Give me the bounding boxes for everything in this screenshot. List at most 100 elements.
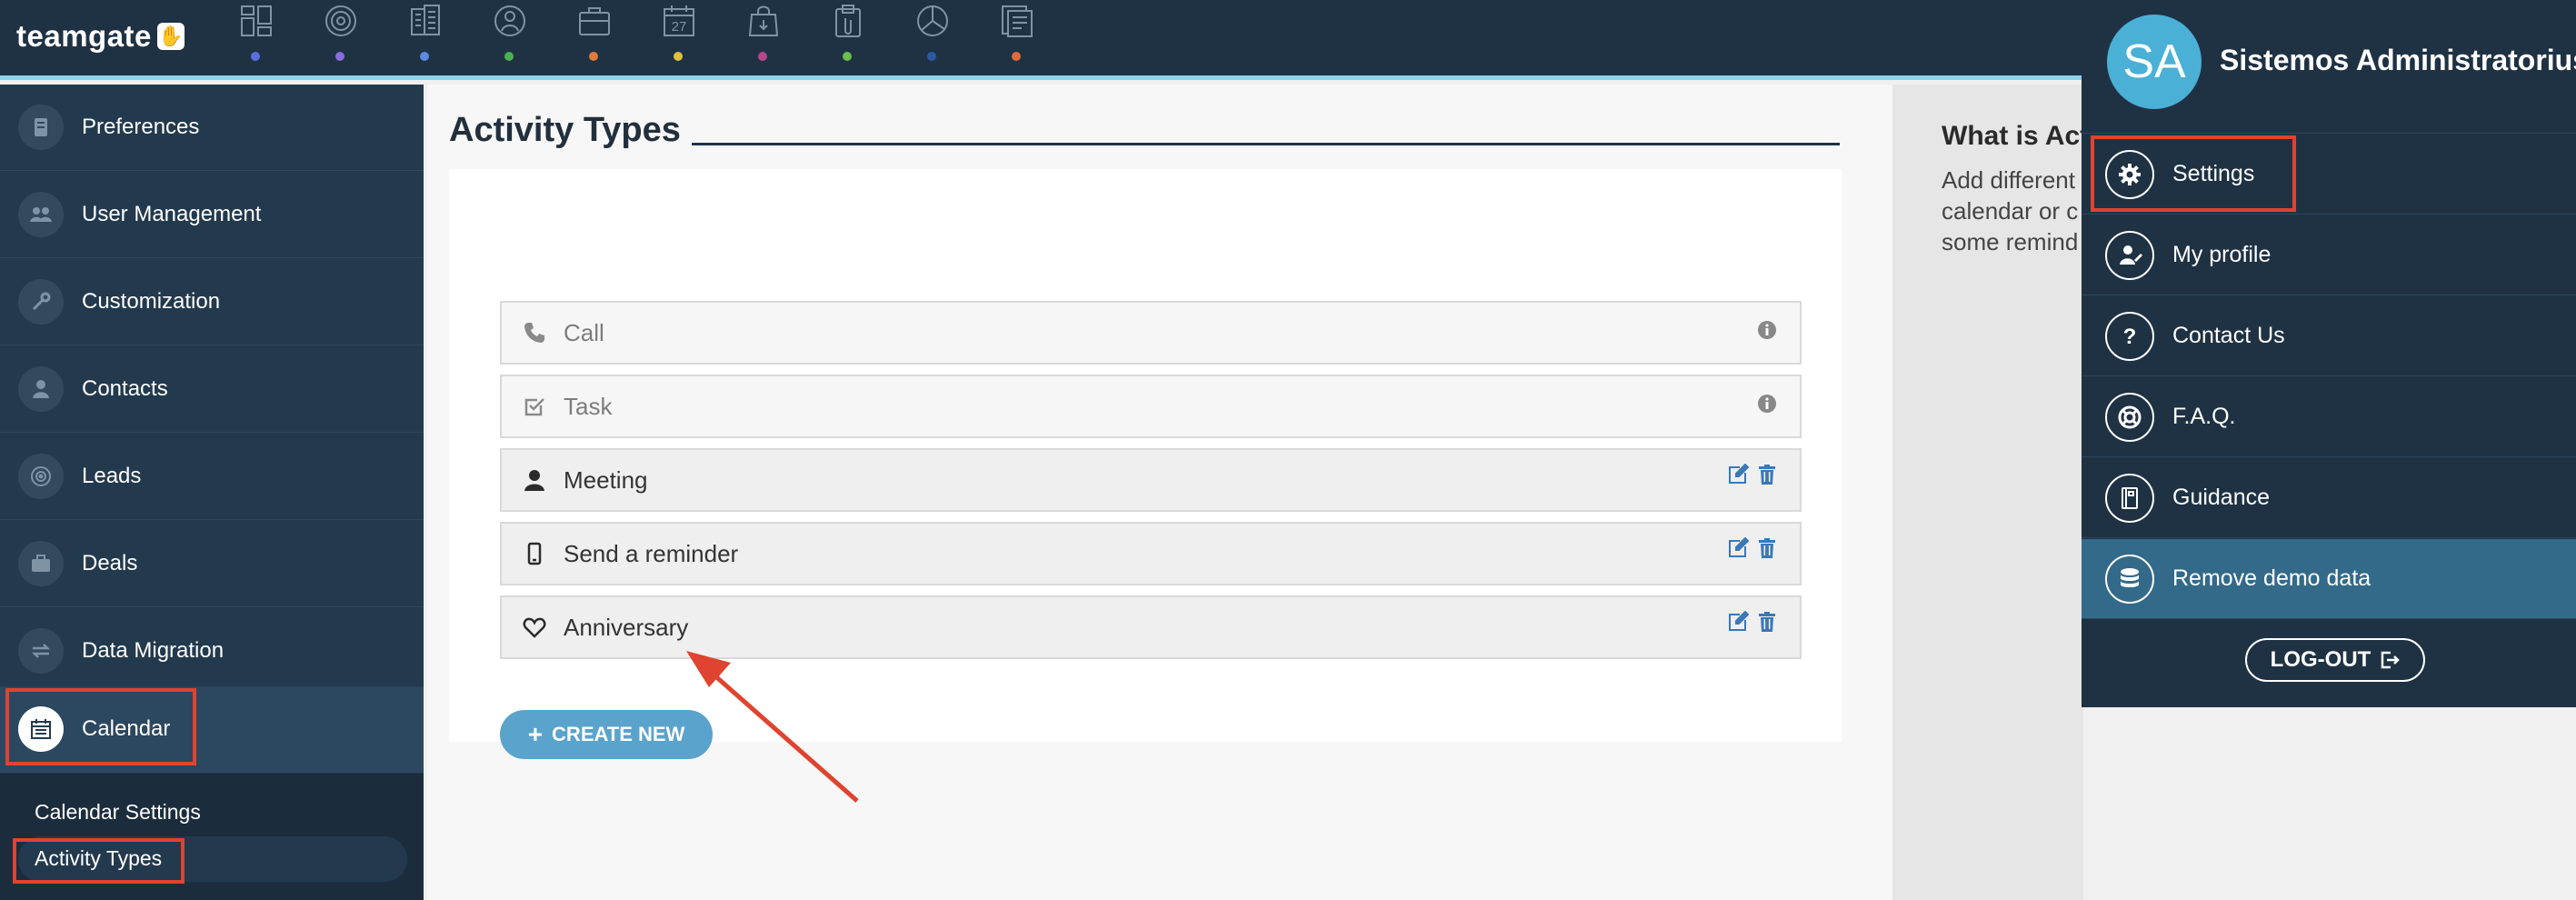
- activity-type-row-anniversary[interactable]: Anniversary: [500, 595, 1802, 659]
- edit-icon[interactable]: [1727, 537, 1749, 559]
- contacts-icon: [494, 5, 525, 36]
- leads-icon: [18, 454, 64, 499]
- activity-type-row-call[interactable]: Call: [500, 301, 1802, 365]
- preferences-icon: [18, 105, 64, 150]
- highlight-calendar: [5, 688, 196, 765]
- teamgate-logo[interactable]: teamgate ✋: [16, 18, 185, 55]
- sidebar-item-data-migration[interactable]: Data Migration: [0, 608, 424, 695]
- main-content: Activity Types Call Task Meeting Send a …: [427, 85, 1892, 900]
- module-dot: [674, 52, 683, 61]
- menu-item-my-profile[interactable]: My profile: [2082, 215, 2576, 295]
- module-contacts[interactable]: [482, 0, 536, 71]
- module-dashboard[interactable]: [228, 0, 283, 71]
- module-deals[interactable]: [566, 0, 621, 71]
- page-header: Activity Types: [449, 111, 1840, 150]
- activity-type-row-task[interactable]: Task: [500, 375, 1802, 438]
- sidebar-item-user-management[interactable]: User Management: [0, 172, 424, 258]
- help-panel: What is Act Add different calendar or c …: [1892, 85, 2083, 900]
- module-products[interactable]: [735, 0, 790, 71]
- sidebar-item-label: Data Migration: [82, 638, 225, 663]
- trash-icon[interactable]: [1756, 611, 1778, 633]
- edit-icon[interactable]: [1727, 611, 1749, 633]
- activity-type-row-meeting[interactable]: Meeting: [500, 448, 1802, 512]
- question-icon: ?: [2105, 311, 2154, 361]
- pie-chart-icon: [917, 5, 948, 36]
- sidebar-item-preferences[interactable]: Preferences: [0, 85, 424, 171]
- module-dot: [504, 52, 514, 61]
- migration-icon: [18, 628, 64, 674]
- module-dot: [927, 52, 936, 61]
- sidebar-item-label: Contacts: [82, 376, 168, 401]
- title-divider: [691, 143, 1840, 145]
- sidebar-item-customization[interactable]: Customization: [0, 259, 424, 345]
- activity-types-card: Call Task Meeting Send a reminder Annive…: [449, 169, 1842, 759]
- logout-button[interactable]: LOG-OUT: [2245, 638, 2425, 682]
- settings-sidebar: Preferences User Management Customizatio…: [0, 85, 424, 900]
- phone-icon: [522, 320, 547, 345]
- activity-type-label: Anniversary: [564, 613, 689, 641]
- module-dot: [420, 52, 429, 61]
- heart-icon: [522, 615, 547, 640]
- trash-icon[interactable]: [1756, 464, 1778, 485]
- checkbox-icon: [522, 394, 547, 419]
- help-text: Add different calendar or c some remind: [1942, 165, 2083, 257]
- edit-icon[interactable]: [1727, 464, 1749, 485]
- user-menu-header: SA Sistemos Administratorius: [2082, 0, 2576, 134]
- create-new-label: CREATE NEW: [552, 723, 685, 745]
- module-reports[interactable]: [989, 0, 1043, 71]
- user-menu-dropdown: SA Sistemos Administratorius Settings My…: [2082, 0, 2576, 707]
- plus-icon: +: [527, 720, 544, 748]
- briefcase-icon: [18, 541, 64, 586]
- sidebar-item-contacts[interactable]: Contacts: [0, 346, 424, 433]
- menu-item-label: Contact Us: [2172, 323, 2285, 348]
- activity-type-label: Task: [564, 392, 613, 420]
- sidebar-item-label: Leads: [82, 464, 142, 488]
- target-icon: [325, 5, 356, 36]
- create-new-button[interactable]: + CREATE NEW: [500, 710, 713, 759]
- menu-item-guidance[interactable]: Guidance: [2082, 458, 2576, 538]
- module-analytics[interactable]: [904, 0, 959, 71]
- sidebar-item-label: Deals: [82, 551, 138, 575]
- avatar[interactable]: SA: [2107, 15, 2202, 109]
- logo-text: teamgate: [16, 19, 152, 53]
- logo-hand-icon: ✋: [156, 23, 185, 50]
- menu-item-label: F.A.Q.: [2172, 404, 2236, 429]
- activity-type-row-send-a-reminder[interactable]: Send a reminder: [500, 522, 1802, 585]
- activity-type-label: Meeting: [564, 465, 648, 494]
- highlight-activity-types: [13, 838, 185, 884]
- mobile-icon: [522, 541, 547, 566]
- info-icon[interactable]: [1756, 319, 1778, 341]
- activity-type-label: Call: [564, 318, 604, 346]
- book-icon: [2105, 473, 2154, 523]
- submenu-item-calendar-settings[interactable]: Calendar Settings: [35, 800, 201, 825]
- sidebar-item-deals[interactable]: Deals: [0, 521, 424, 607]
- briefcase-icon: [579, 7, 610, 35]
- building-icon: [411, 5, 440, 35]
- module-dot: [1012, 52, 1021, 61]
- module-notes[interactable]: [820, 0, 874, 71]
- reports-icon: [1002, 5, 1033, 37]
- dashboard-icon: [241, 5, 272, 36]
- logout-icon: [2381, 651, 2401, 669]
- sidebar-item-leads[interactable]: Leads: [0, 434, 424, 520]
- logout-label: LOG-OUT: [2270, 647, 2371, 672]
- module-calendar[interactable]: 27: [651, 0, 705, 71]
- page-title: Activity Types: [449, 111, 681, 149]
- menu-item-label: My profile: [2172, 242, 2271, 267]
- svg-text:?: ?: [2123, 325, 2137, 349]
- row-actions: [1756, 319, 1778, 341]
- menu-item-faq[interactable]: F.A.Q.: [2082, 377, 2576, 457]
- menu-item-remove-demo-data[interactable]: Remove demo data: [2082, 539, 2576, 619]
- highlight-settings: [2091, 135, 2296, 212]
- clipboard-icon: [835, 5, 861, 37]
- module-leads[interactable]: [313, 0, 367, 71]
- database-icon: [2105, 554, 2154, 604]
- shopping-bag-icon: [748, 5, 779, 36]
- lifebuoy-icon: [2105, 392, 2154, 442]
- activity-type-label: Send a reminder: [564, 539, 739, 567]
- module-companies[interactable]: [397, 0, 452, 71]
- menu-item-contact-us[interactable]: ? Contact Us: [2082, 296, 2576, 376]
- trash-icon[interactable]: [1756, 537, 1778, 559]
- user-name: Sistemos Administratorius: [2220, 44, 2576, 76]
- info-icon[interactable]: [1756, 393, 1778, 415]
